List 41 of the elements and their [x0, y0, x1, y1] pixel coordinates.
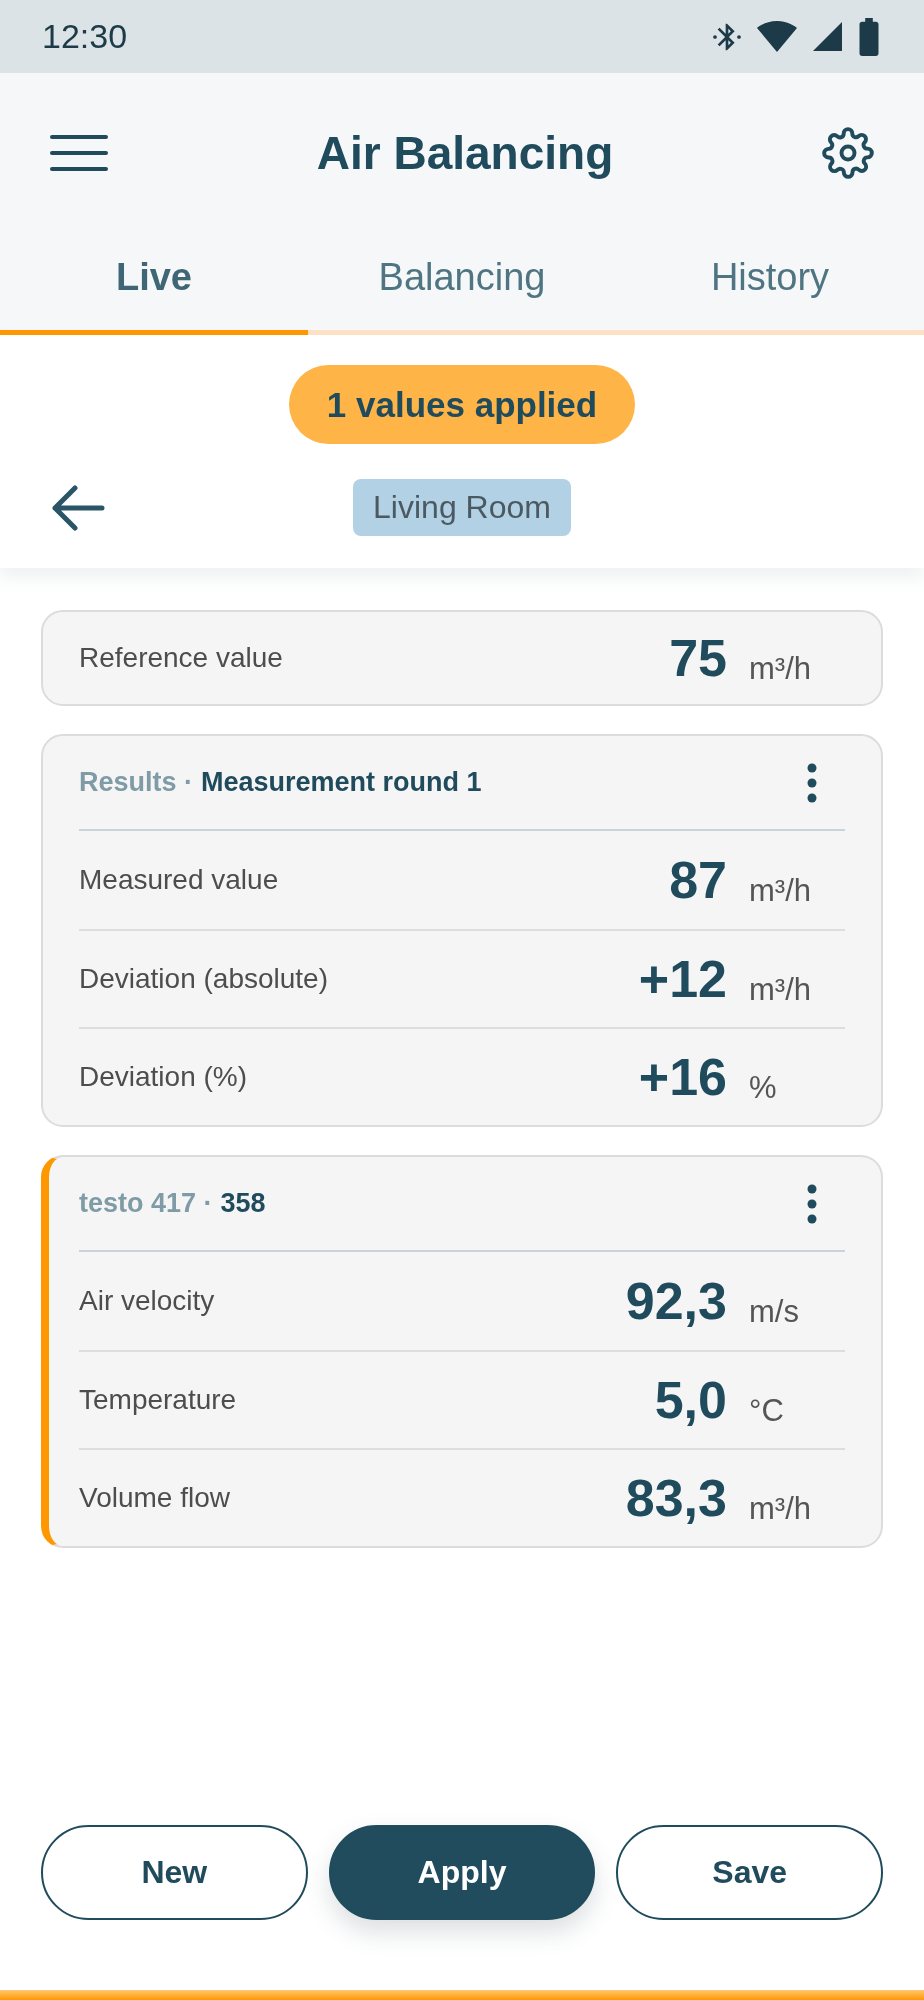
- action-button[interactable]: New: [41, 1825, 308, 1920]
- card-title: 358: [220, 1188, 266, 1219]
- menu-icon[interactable]: [50, 135, 108, 171]
- signal-icon: [813, 22, 842, 51]
- row-unit: m³/h: [749, 653, 812, 684]
- row-label: Deviation (absolute): [79, 963, 329, 995]
- status-badge: 1 values applied: [288, 365, 636, 444]
- row-value: 83,3: [625, 1472, 727, 1524]
- row-value: 92,3: [625, 1275, 727, 1327]
- action-button[interactable]: Save: [616, 1825, 883, 1920]
- battery-icon: [858, 17, 880, 56]
- row-unit: m³/h: [749, 875, 812, 906]
- more-icon[interactable]: [807, 762, 817, 803]
- row-unit: m³/h: [749, 1493, 812, 1524]
- row-unit: °C: [749, 1395, 785, 1426]
- location-chip: Living Room: [353, 479, 571, 536]
- row-label: Temperature: [79, 1384, 237, 1416]
- row-unit: m/s: [749, 1296, 800, 1327]
- row-unit: %: [749, 1072, 778, 1103]
- row-value: 5,0: [654, 1374, 727, 1426]
- app-title: Air Balancing: [316, 126, 614, 180]
- row-value: +12: [638, 953, 727, 1005]
- row-value: 87: [669, 854, 727, 906]
- bluetooth-icon: [713, 21, 741, 52]
- card-source: testo 417 ·: [79, 1188, 213, 1219]
- card-title: Measurement round 1: [201, 767, 482, 798]
- row-unit: m³/h: [749, 974, 812, 1005]
- card-source: Results ·: [79, 767, 194, 798]
- row-label: Air velocity: [79, 1285, 215, 1317]
- action-button[interactable]: Apply: [328, 1825, 596, 1920]
- row-label: Measured value: [79, 864, 279, 896]
- wifi-icon: [757, 21, 797, 52]
- back-arrow-icon[interactable]: [51, 484, 105, 532]
- row-label: Reference value: [79, 642, 283, 674]
- settings-icon[interactable]: [822, 127, 874, 179]
- row-label: Volume flow: [79, 1482, 230, 1514]
- more-icon[interactable]: [807, 1183, 817, 1224]
- row-label: Deviation (%): [79, 1061, 248, 1093]
- row-value: +16: [638, 1051, 727, 1103]
- row-value: 75: [669, 632, 727, 684]
- status-time: 12:30: [42, 17, 128, 56]
